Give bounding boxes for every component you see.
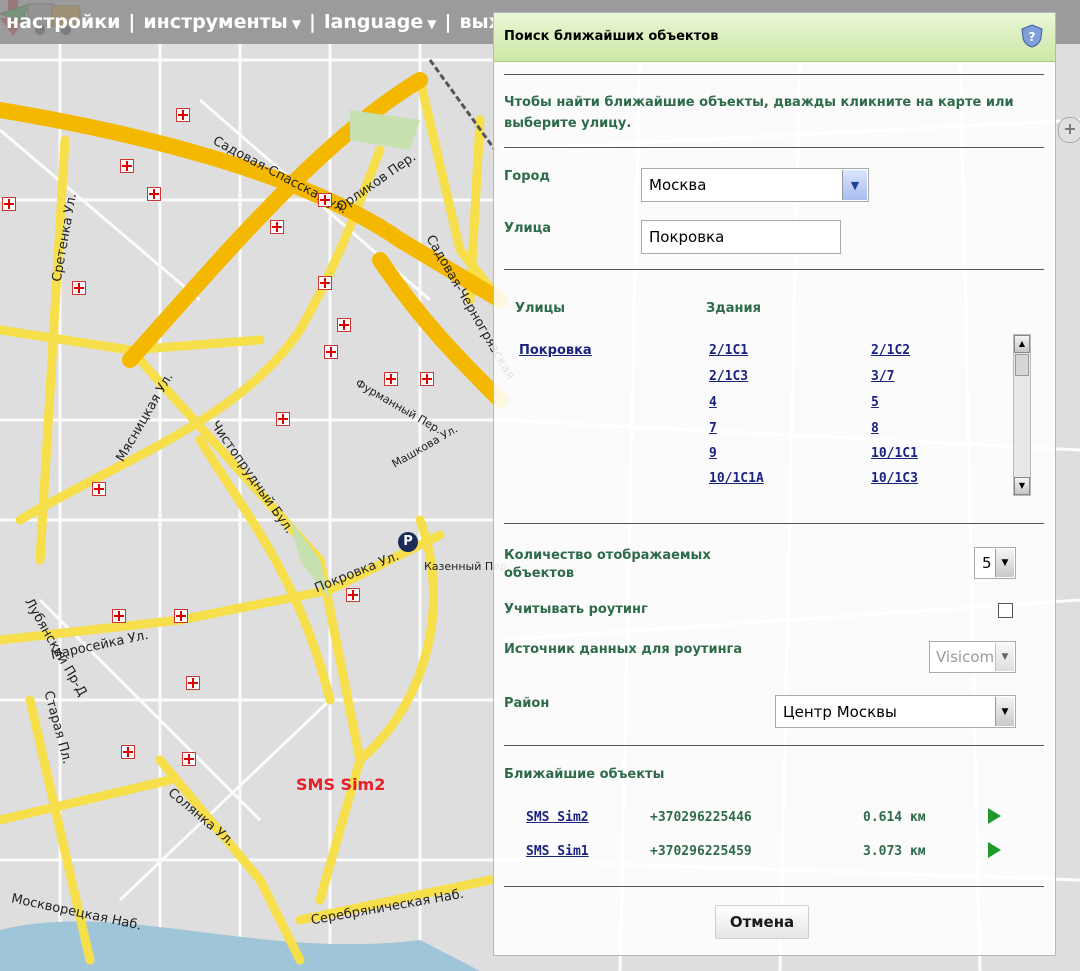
hospital-icon	[384, 372, 398, 386]
panel-header: Поиск ближайших объектов ?	[494, 13, 1055, 62]
hospital-icon	[176, 108, 190, 122]
buildings-scrollbar[interactable]: ▲ ▼	[1013, 334, 1031, 496]
menu-language-label: language	[324, 11, 424, 33]
hospital-icon	[121, 745, 135, 759]
hospital-icon	[318, 193, 332, 207]
nearest-object-distance: 3.073 км	[863, 844, 926, 859]
help-shield-icon[interactable]: ?	[1021, 24, 1043, 48]
menu-separator: |	[128, 11, 136, 33]
chevron-down-icon[interactable]: ▼	[995, 697, 1014, 726]
hospital-icon	[182, 752, 196, 766]
routing-source-label: Источник данных для роутинга	[504, 642, 743, 657]
hospital-icon	[346, 588, 360, 602]
building-link[interactable]: 10/1С3	[871, 471, 918, 486]
chevron-down-icon: ▼	[291, 17, 302, 31]
divider	[504, 886, 1044, 887]
nearest-object-link[interactable]: SMS Sim2	[526, 810, 589, 825]
hospital-icon	[147, 187, 161, 201]
building-link[interactable]: 3/7	[871, 369, 894, 384]
streets-column-header: Улицы	[515, 301, 566, 316]
street-input[interactable]: Покровка	[641, 220, 841, 254]
count-label: Количество отображаемых объектов	[504, 548, 711, 581]
menu-settings[interactable]: настройки	[6, 11, 120, 33]
hospital-icon	[2, 197, 16, 211]
building-link[interactable]: 2/1С2	[871, 343, 910, 358]
city-select[interactable]: Москва ▼	[641, 168, 869, 202]
city-select-value: Москва	[649, 176, 707, 194]
hospital-icon	[174, 609, 188, 623]
nearest-object-distance: 0.614 км	[863, 810, 926, 825]
nearest-objects-label: Ближайшие объекты	[504, 767, 665, 782]
routing-checkbox[interactable]	[998, 603, 1013, 618]
divider	[504, 523, 1044, 524]
panel-title: Поиск ближайших объектов	[504, 29, 719, 44]
svg-text:?: ?	[1029, 30, 1036, 44]
hospital-icon	[324, 345, 338, 359]
hospital-icon	[120, 159, 134, 173]
building-link[interactable]: 5	[871, 395, 879, 410]
street-label: Улица	[504, 221, 552, 236]
count-select[interactable]: 5 ▼	[974, 547, 1016, 579]
building-link[interactable]: 4	[709, 395, 717, 410]
building-link[interactable]: 8	[871, 421, 879, 436]
routing-source-value: Visicom	[936, 648, 995, 666]
chevron-down-icon[interactable]: ▼	[995, 549, 1014, 577]
city-label: Город	[504, 169, 550, 184]
district-select-value: Центр Москвы	[783, 702, 897, 721]
hospital-icon	[276, 412, 290, 426]
count-select-value: 5	[982, 554, 992, 572]
hospital-icon	[186, 676, 200, 690]
district-label: Район	[504, 696, 550, 711]
instructions-text: Чтобы найти ближайшие объекты, дважды кл…	[504, 95, 1014, 131]
buildings-column-header: Здания	[706, 301, 761, 316]
building-link[interactable]: 10/1С1	[871, 446, 918, 461]
chevron-down-icon: ▼	[427, 17, 437, 31]
nearest-object-phone: +370296225459	[650, 844, 752, 859]
hospital-icon	[337, 318, 351, 332]
chevron-down-icon[interactable]: ▼	[842, 170, 867, 200]
building-link[interactable]: 10/1С1А	[709, 471, 764, 486]
hospital-icon	[420, 372, 434, 386]
building-link[interactable]: 2/1С1	[709, 343, 748, 358]
play-icon[interactable]	[988, 842, 1001, 858]
nearest-object-link[interactable]: SMS Sim1	[526, 844, 589, 859]
scroll-down-icon[interactable]: ▼	[1014, 477, 1030, 495]
building-link[interactable]: 9	[709, 446, 717, 461]
parking-icon: P	[398, 532, 418, 552]
hospital-icon	[270, 220, 284, 234]
vehicle-marker-label: SMS Sim2	[296, 775, 386, 794]
hospital-icon	[72, 281, 86, 295]
menu-tools[interactable]: инструменты ▼	[143, 11, 301, 33]
street-result-link[interactable]: Покровка	[519, 343, 592, 358]
district-select[interactable]: Центр Москвы ▼	[775, 695, 1016, 728]
hospital-icon	[92, 482, 106, 496]
divider	[504, 74, 1044, 75]
play-icon[interactable]	[988, 808, 1001, 824]
scroll-thumb[interactable]	[1015, 354, 1029, 376]
menu-language[interactable]: language ▼	[324, 11, 437, 33]
street-input-value: Покровка	[649, 228, 725, 246]
menu-tools-label: инструменты	[143, 11, 288, 33]
divider	[504, 745, 1044, 746]
building-link[interactable]: 2/1С3	[709, 369, 748, 384]
hospital-icon	[318, 276, 332, 290]
scroll-up-icon[interactable]: ▲	[1014, 335, 1030, 353]
divider	[504, 269, 1044, 270]
nearest-objects-panel: Поиск ближайших объектов ? Чтобы найти б…	[493, 12, 1056, 956]
menu-separator: |	[309, 11, 316, 33]
building-link[interactable]: 7	[709, 421, 717, 436]
cancel-button[interactable]: Отмена	[715, 905, 809, 939]
zoom-in-icon[interactable]: +	[1058, 117, 1080, 143]
nearest-object-phone: +370296225446	[650, 810, 752, 825]
menu-separator: |	[444, 11, 452, 33]
divider	[504, 147, 1044, 148]
routing-source-select[interactable]: Visicom ▼	[929, 641, 1016, 673]
chevron-down-icon[interactable]: ▼	[995, 643, 1014, 671]
hospital-icon	[112, 609, 126, 623]
routing-label: Учитывать роутинг	[504, 602, 648, 617]
